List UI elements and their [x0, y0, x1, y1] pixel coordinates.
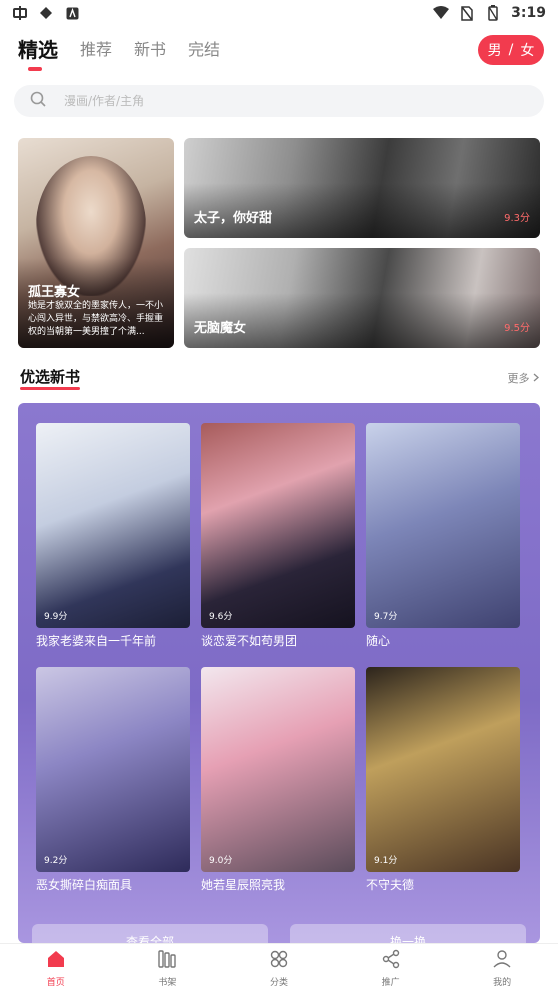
gender-female[interactable]: 女	[520, 40, 534, 60]
top-tabs: 精选 推荐 新书 完结 男 / 女	[18, 32, 544, 71]
nav-bookshelf[interactable]: 书架	[112, 944, 224, 992]
book-title[interactable]: 随心	[366, 632, 526, 649]
chevron-right-icon	[533, 372, 540, 385]
book-title[interactable]: 她若星辰照亮我	[201, 876, 361, 893]
status-bar: 3:19	[0, 0, 558, 26]
search-input[interactable]	[64, 94, 464, 108]
rating-score: 9.3分	[504, 213, 530, 224]
battery-icon	[485, 5, 501, 21]
book-cover[interactable]: 9.1分	[366, 667, 520, 872]
tab-featured[interactable]: 精选	[18, 35, 58, 71]
new-books-panel: 9.9分 我家老婆来自一千年前 9.6分 谈恋爱不如苟男团 9.7分 随心 9.…	[18, 403, 540, 943]
gender-separator: /	[508, 42, 514, 58]
rating-score: 9.7分	[374, 612, 398, 622]
home-icon	[45, 948, 67, 973]
bookshelf-icon	[156, 948, 178, 973]
rating-score: 9.0分	[209, 856, 233, 866]
location-icon	[38, 5, 54, 21]
rating-score: 9.6分	[209, 612, 233, 622]
rating-score: 9.2分	[44, 856, 68, 866]
status-time: 3:19	[511, 5, 546, 21]
refresh-button[interactable]: 换一换	[290, 924, 526, 943]
book-cover[interactable]: 9.0分	[201, 667, 355, 872]
nav-category[interactable]: 分类	[223, 944, 335, 992]
app-icon	[12, 5, 28, 21]
book-cover[interactable]: 9.6分	[201, 423, 355, 628]
search-icon	[30, 91, 46, 111]
gender-toggle[interactable]: 男 / 女	[478, 35, 544, 65]
more-link[interactable]: 更多	[508, 370, 541, 386]
featured-card-2[interactable]: 无脑魔女 9.5分	[184, 248, 540, 348]
a-icon	[64, 5, 80, 21]
featured-title: 太子，你好甜	[194, 211, 273, 226]
featured-title: 无脑魔女	[194, 321, 247, 336]
book-title[interactable]: 恶女撕碎白痴面具	[36, 876, 196, 893]
featured-card-main[interactable]: 孤王寡女 她是才貌双全的墨家传人，一不小心闯入异世，与禁欲高冷、手握重权的当朝第…	[18, 138, 174, 348]
book-cover[interactable]: 9.2分	[36, 667, 190, 872]
no-sim-icon	[459, 5, 475, 21]
rating-score: 9.9分	[44, 612, 68, 622]
book-title[interactable]: 不守夫德	[366, 876, 526, 893]
nav-home[interactable]: 首页	[0, 944, 112, 992]
section-title: 优选新书	[20, 368, 81, 390]
gender-male[interactable]: 男	[488, 40, 502, 60]
nav-promote[interactable]: 推广	[335, 944, 447, 992]
featured-title: 孤王寡女	[28, 285, 81, 300]
rating-score: 9.1分	[374, 856, 398, 866]
book-title[interactable]: 谈恋爱不如苟男团	[201, 632, 361, 649]
tab-completed[interactable]: 完结	[188, 35, 220, 65]
rating-score: 9.5分	[504, 323, 530, 334]
profile-icon	[491, 948, 513, 973]
featured-card-1[interactable]: 太子，你好甜 9.3分	[184, 138, 540, 238]
share-icon	[380, 948, 402, 973]
featured-section: 孤王寡女 她是才貌双全的墨家传人，一不小心闯入异世，与禁欲高冷、手握重权的当朝第…	[18, 138, 540, 348]
book-title[interactable]: 我家老婆来自一千年前	[36, 632, 196, 649]
tab-recommend[interactable]: 推荐	[80, 35, 112, 65]
search-bar[interactable]	[14, 85, 544, 117]
featured-description: 她是才貌双全的墨家传人，一不小心闯入异世，与禁欲高冷、手握重权的当朝第一美男撞了…	[28, 301, 164, 337]
category-icon	[268, 948, 290, 973]
bottom-nav: 首页 书架 分类 推广 我的	[0, 943, 558, 992]
wifi-icon	[433, 5, 450, 21]
tab-new-books[interactable]: 新书	[134, 35, 166, 65]
book-cover[interactable]: 9.9分	[36, 423, 190, 628]
section-header: 优选新书 更多	[20, 366, 540, 390]
nav-profile[interactable]: 我的	[446, 944, 558, 992]
view-all-button[interactable]: 查看全部	[32, 924, 268, 943]
book-cover[interactable]: 9.7分	[366, 423, 520, 628]
